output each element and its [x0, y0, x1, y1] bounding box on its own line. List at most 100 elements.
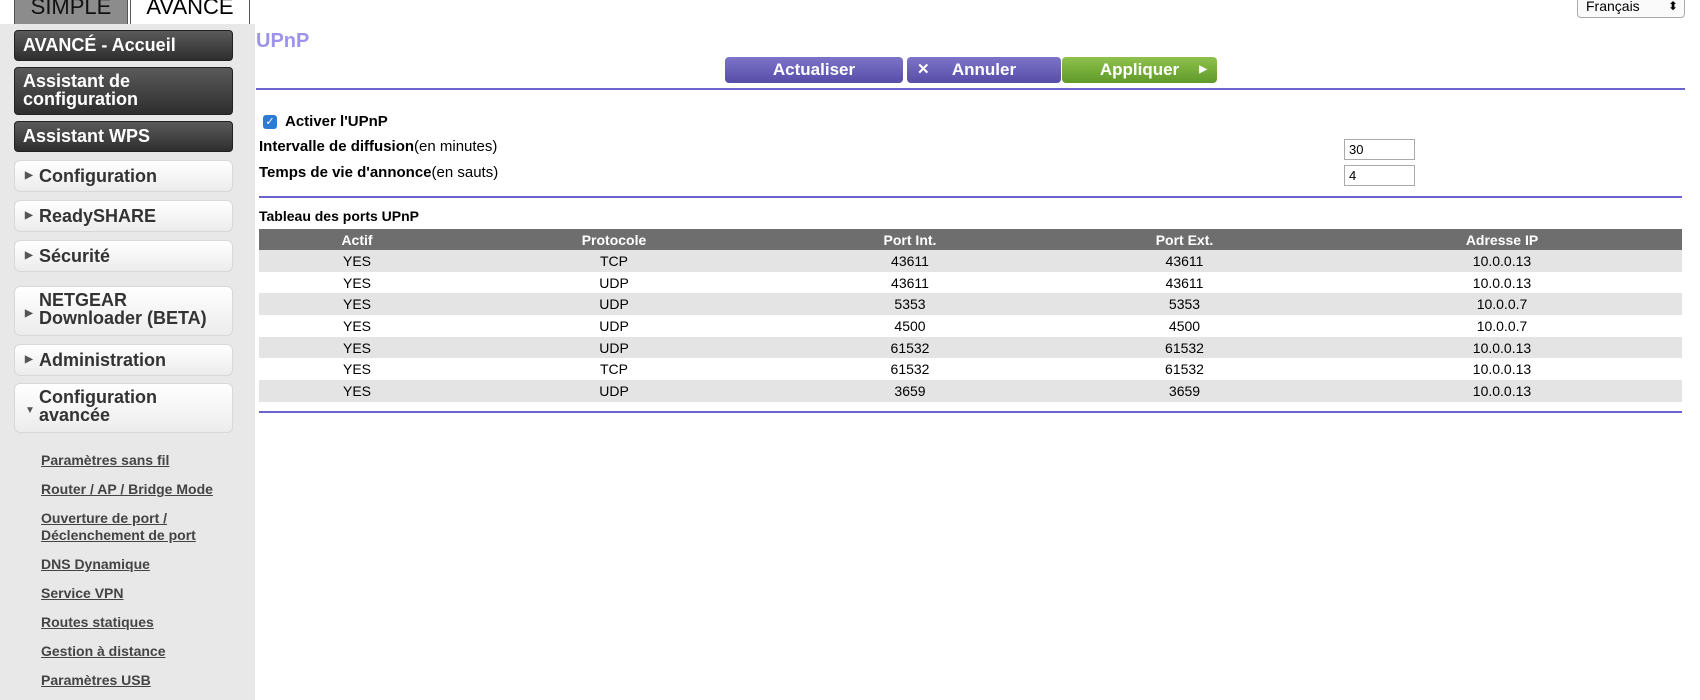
sidebar-item-downloader[interactable]: ▶ NETGEAR Downloader (BETA): [14, 286, 233, 336]
column-header: Actif: [259, 229, 455, 250]
table-cell: 43611: [773, 250, 1047, 272]
ttl-input[interactable]: 4: [1344, 165, 1415, 186]
downloader-label-line2: Downloader (BETA): [39, 308, 207, 328]
column-header: Adresse IP: [1322, 229, 1682, 250]
table-cell: 43611: [1047, 271, 1322, 294]
table-cell: 4500: [1047, 315, 1322, 337]
sidebar-wizard-button[interactable]: Assistant de configuration: [14, 67, 233, 115]
port-link-line1: Ouverture de port /: [41, 510, 168, 526]
table-row: YES UDP 5353 5353 10.0.0.7: [259, 293, 1682, 316]
table-cell: 43611: [773, 271, 1047, 294]
divider: [259, 411, 1682, 413]
table-cell: 61532: [1047, 336, 1322, 359]
sidebar-item-label: Configuration: [39, 166, 157, 186]
table-row: YES TCP 61532 61532 10.0.0.13: [259, 358, 1682, 381]
table-cell: YES: [259, 271, 455, 294]
table-cell: TCP: [455, 250, 773, 272]
interval-label-row: Intervalle de diffusion(en minutes): [259, 138, 497, 155]
table-row: YES UDP 61532 61532 10.0.0.13: [259, 336, 1682, 359]
table-cell: UDP: [455, 271, 773, 294]
triangle-right-icon: ▶: [25, 354, 33, 365]
upnp-enable-checkbox[interactable]: ✓: [263, 115, 277, 129]
table-cell: YES: [259, 293, 455, 316]
table-cell: 43611: [1047, 250, 1322, 272]
interval-label: Intervalle de diffusion: [259, 138, 415, 155]
divider: [259, 196, 1682, 198]
top-bar: SIMPLE AVANCÉ Français ⬍: [0, 0, 1700, 24]
table-cell: 4500: [773, 315, 1047, 337]
refresh-button[interactable]: Actualiser: [725, 57, 903, 83]
table-cell: 3659: [1047, 380, 1322, 402]
triangle-right-icon: ▶: [25, 250, 33, 261]
column-header: Port Ext.: [1047, 229, 1322, 250]
downloader-label-line1: NETGEAR: [39, 290, 128, 310]
table-cell: 10.0.0.13: [1322, 358, 1682, 381]
table-cell: 10.0.0.13: [1322, 271, 1682, 294]
link-static-routes[interactable]: Routes statiques: [41, 614, 154, 631]
sidebar-item-readyshare[interactable]: ▶ ReadySHARE: [14, 200, 233, 232]
table-cell: 10.0.0.7: [1322, 315, 1682, 337]
table-cell: YES: [259, 250, 455, 272]
link-vpn[interactable]: Service VPN: [41, 585, 124, 602]
sidebar-item-configuration[interactable]: ▶ Configuration: [14, 160, 233, 192]
ttl-label: Temps de vie d'annonce: [259, 164, 432, 181]
divider: [256, 88, 1685, 90]
table-cell: 10.0.0.7: [1322, 293, 1682, 316]
table-cell: 5353: [773, 293, 1047, 316]
table-row: YES UDP 4500 4500 10.0.0.7: [259, 315, 1682, 337]
page-title: UPnP: [256, 30, 310, 52]
link-ddns[interactable]: DNS Dynamique: [41, 556, 150, 573]
table-cell: 61532: [1047, 358, 1322, 381]
table-cell: 5353: [1047, 293, 1322, 316]
sidebar-item-label: Administration: [39, 350, 167, 370]
select-arrows-icon: ⬍: [1667, 0, 1678, 13]
table-row: YES TCP 43611 43611 10.0.0.13: [259, 250, 1682, 272]
advanced-label-line1: Configuration: [39, 387, 157, 407]
sidebar-home-button[interactable]: AVANCÉ - Accueil: [14, 30, 233, 61]
sidebar-wps-button[interactable]: Assistant WPS: [14, 121, 233, 152]
table-cell: 3659: [773, 380, 1047, 402]
triangle-down-icon: ▼: [25, 405, 35, 416]
table-cell: TCP: [455, 358, 773, 381]
close-icon: ✕: [917, 61, 930, 78]
arrow-right-icon: ▶: [1199, 64, 1207, 75]
sidebar: AVANCÉ - Accueil Assistant de configurat…: [0, 24, 255, 700]
link-wireless-settings[interactable]: Paramètres sans fil: [41, 452, 169, 469]
link-remote-management[interactable]: Gestion à distance: [41, 643, 165, 660]
sidebar-item-securite[interactable]: ▶ Sécurité: [14, 240, 233, 272]
link-usb-settings[interactable]: Paramètres USB: [41, 672, 151, 689]
sidebar-item-label: ReadySHARE: [39, 206, 157, 226]
main-content: UPnP Actualiser ✕ Annuler Appliquer ▶ ✓ …: [255, 24, 1685, 700]
advanced-label-line2: avancée: [39, 405, 111, 425]
table-cell: UDP: [455, 380, 773, 402]
table-cell: UDP: [455, 293, 773, 316]
language-select[interactable]: Français ⬍: [1577, 0, 1685, 18]
cancel-label: Annuler: [951, 60, 1017, 79]
sidebar-item-administration[interactable]: ▶ Administration: [14, 344, 233, 376]
ttl-unit: (en sauts): [431, 164, 499, 181]
wizard-label-line1: Assistant de: [23, 71, 131, 91]
ttl-label-row: Temps de vie d'annonce(en sauts): [259, 164, 498, 181]
table-row: YES UDP 43611 43611 10.0.0.13: [259, 271, 1682, 294]
interval-input[interactable]: 30: [1344, 139, 1415, 160]
triangle-right-icon: ▶: [25, 170, 33, 181]
apply-button[interactable]: Appliquer ▶: [1062, 57, 1217, 83]
link-router-mode[interactable]: Router / AP / Bridge Mode: [41, 481, 213, 498]
triangle-right-icon: ▶: [25, 308, 33, 319]
table-cell: YES: [259, 315, 455, 337]
table-row: YES UDP 3659 3659 10.0.0.13: [259, 380, 1682, 402]
column-header: Port Int.: [773, 229, 1047, 250]
interval-unit: (en minutes): [414, 138, 498, 155]
triangle-right-icon: ▶: [25, 210, 33, 221]
link-port-forwarding[interactable]: Ouverture de port / Déclenchement de por…: [41, 510, 196, 544]
tab-simple[interactable]: SIMPLE: [14, 0, 128, 24]
table-header-row: Actif Protocole Port Int. Port Ext. Adre…: [259, 229, 1682, 250]
cancel-button[interactable]: ✕ Annuler: [907, 57, 1061, 83]
sidebar-item-advanced[interactable]: ▼ Configuration avancée: [14, 383, 233, 433]
apply-label: Appliquer: [1099, 60, 1180, 79]
sidebar-item-label: Sécurité: [39, 246, 111, 266]
tab-avance[interactable]: AVANCÉ: [130, 0, 250, 24]
table-cell: 61532: [773, 358, 1047, 381]
upnp-ports-table: Actif Protocole Port Int. Port Ext. Adre…: [259, 229, 1682, 402]
table-cell: YES: [259, 358, 455, 381]
